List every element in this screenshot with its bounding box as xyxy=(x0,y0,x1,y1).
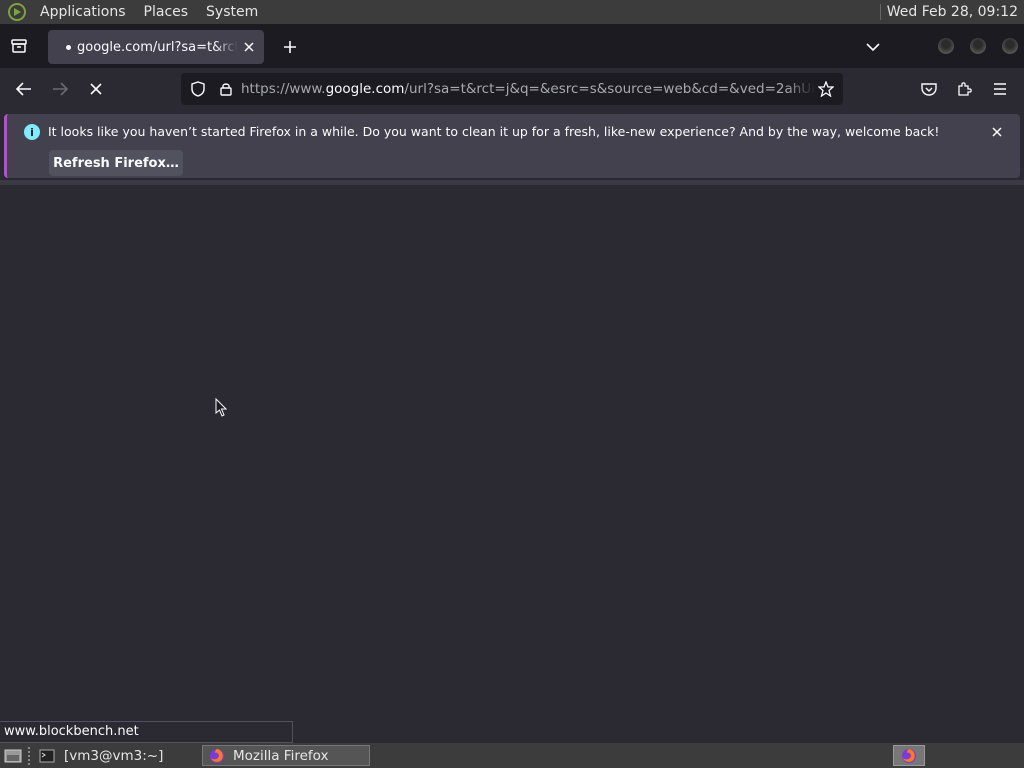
arrow-left-icon xyxy=(16,82,31,96)
url-text[interactable]: https://www.google.com/url?sa=t&rct=j&q=… xyxy=(241,81,815,97)
back-button[interactable] xyxy=(12,78,36,100)
terminal-icon xyxy=(38,748,56,764)
close-window-button[interactable] xyxy=(1002,38,1018,54)
pocket-icon xyxy=(921,83,937,96)
notification-close-icon[interactable] xyxy=(988,123,1006,141)
arrow-right-icon xyxy=(53,82,68,96)
info-icon: i xyxy=(24,124,40,140)
extensions-button[interactable] xyxy=(953,78,975,100)
list-all-tabs-button[interactable] xyxy=(862,36,884,58)
firefox-view-button[interactable] xyxy=(8,35,30,57)
panel-separator xyxy=(879,4,881,20)
firefox-workspace-icon xyxy=(902,748,916,763)
tab-title: google.com/url?sa=t&rct=j& xyxy=(77,39,238,55)
distro-logo-icon[interactable] xyxy=(6,1,28,23)
firefox-view-icon xyxy=(11,39,27,53)
stop-button[interactable] xyxy=(84,78,108,100)
system-top-panel: Applications Places System Wed Feb 28, 0… xyxy=(0,0,1024,24)
tab-close-icon[interactable] xyxy=(238,36,260,58)
url-path: /url?sa=t&rct=j&q=&esrc=s&source=web&cd=… xyxy=(404,81,815,97)
clock[interactable]: Wed Feb 28, 09:12 xyxy=(887,4,1018,20)
refresh-firefox-button[interactable]: Refresh Firefox… xyxy=(49,150,183,176)
tab-loading-indicator xyxy=(66,44,71,50)
firefox-icon xyxy=(207,747,227,765)
notification-message: It looks like you haven’t started Firefo… xyxy=(48,124,940,139)
tab-bar: google.com/url?sa=t&rct=j& xyxy=(0,24,1024,68)
stop-icon xyxy=(90,83,102,95)
url-domain: google.com xyxy=(325,81,405,97)
mouse-cursor-icon xyxy=(215,397,228,422)
url-bar[interactable]: https://www.google.com/url?sa=t&rct=j&q=… xyxy=(181,73,843,105)
taskbar: [vm3@vm3:~] Mozilla Firefox xyxy=(0,743,1024,768)
pocket-button[interactable] xyxy=(918,78,940,100)
navigation-toolbar: https://www.google.com/url?sa=t&rct=j&q=… xyxy=(0,68,1024,110)
applications-menu[interactable]: Applications xyxy=(34,4,132,20)
taskbar-firefox-label: Mozilla Firefox xyxy=(233,747,329,764)
status-link-preview: www.blockbench.net xyxy=(0,721,293,743)
app-menu-button[interactable] xyxy=(989,78,1011,100)
taskbar-terminal[interactable]: [vm3@vm3:~] xyxy=(36,745,200,766)
forward-button[interactable] xyxy=(48,78,72,100)
tab-active[interactable]: google.com/url?sa=t&rct=j& xyxy=(48,30,264,64)
tracking-protection-shield-icon[interactable] xyxy=(189,80,207,98)
new-tab-button[interactable] xyxy=(279,36,301,58)
show-desktop-icon[interactable] xyxy=(3,748,23,764)
minimize-window-button[interactable] xyxy=(938,38,954,54)
lock-icon[interactable] xyxy=(217,80,235,98)
plus-icon xyxy=(284,41,296,53)
system-menu[interactable]: System xyxy=(200,4,264,20)
taskbar-firefox[interactable]: Mozilla Firefox xyxy=(202,745,370,766)
url-prefix: https://www. xyxy=(241,81,326,97)
puzzle-icon xyxy=(958,82,972,96)
taskbar-terminal-label: [vm3@vm3:~] xyxy=(64,747,164,764)
places-menu[interactable]: Places xyxy=(138,4,195,20)
bookmark-star-icon[interactable] xyxy=(815,78,837,100)
hamburger-icon xyxy=(994,83,1006,95)
taskbar-separator xyxy=(28,747,32,765)
page-content[interactable] xyxy=(0,185,1024,743)
refresh-firefox-notification: i It looks like you haven’t started Fire… xyxy=(4,114,1020,178)
chevron-down-icon xyxy=(866,43,880,52)
maximize-window-button[interactable] xyxy=(970,38,986,54)
workspace-switcher[interactable] xyxy=(893,745,925,766)
